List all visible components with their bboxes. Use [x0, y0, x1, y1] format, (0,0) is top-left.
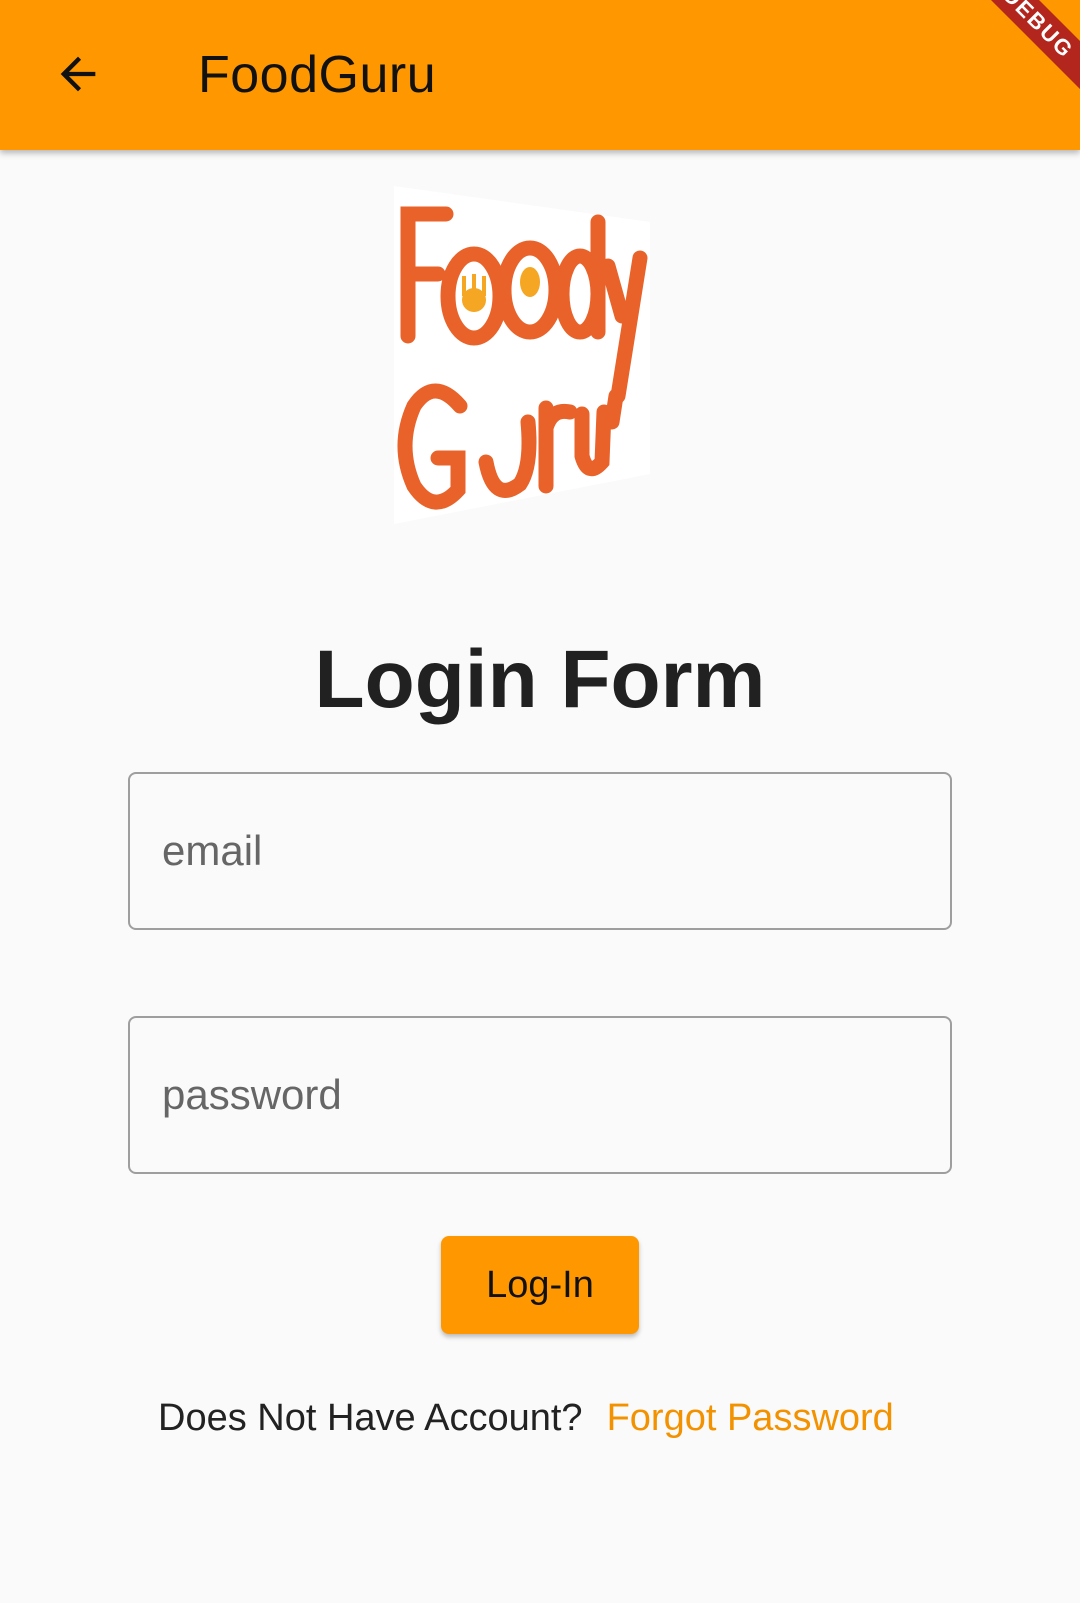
arrow-back-icon	[60, 56, 96, 92]
app-title: FoodGuru	[198, 46, 437, 104]
password-input[interactable]	[162, 1018, 922, 1172]
email-field[interactable]	[128, 772, 952, 930]
email-input[interactable]	[162, 774, 922, 928]
forgot-password-link[interactable]: Forgot Password	[607, 1397, 894, 1440]
login-button[interactable]: Log-In	[441, 1236, 639, 1334]
back-button[interactable]	[40, 36, 116, 112]
foody-guru-logo	[394, 186, 650, 524]
no-account-prompt: Does Not Have Account?	[158, 1396, 583, 1439]
account-footer: Does Not Have Account? Forgot Password	[158, 1390, 894, 1446]
app-bar: FoodGuru	[0, 0, 1080, 150]
password-field[interactable]	[128, 1016, 952, 1174]
login-form-heading: Login Form	[314, 634, 766, 725]
